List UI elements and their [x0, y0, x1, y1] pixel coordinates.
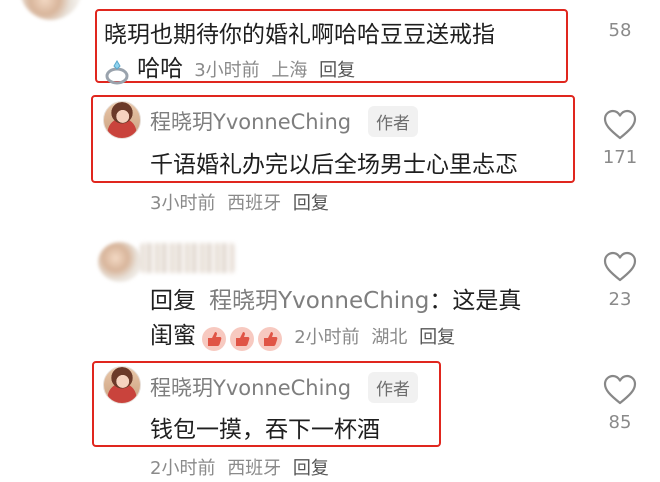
avatar[interactable]: [103, 366, 141, 404]
author-badge: 作者: [368, 372, 418, 403]
avatar[interactable]: [20, 0, 82, 20]
username[interactable]: [140, 243, 235, 273]
comment-text: 哈哈: [137, 56, 184, 82]
comment-time: 2小时前: [150, 458, 216, 479]
comment-meta: 2小时前 西班牙 回复: [150, 454, 335, 480]
comment-text: 钱包一摸，吞下一杯酒: [150, 417, 380, 443]
like-count: 23: [608, 289, 632, 310]
comment-text: 千语婚礼办完以后全场男士心里忐忑: [150, 152, 518, 178]
like-column: 23: [600, 251, 640, 310]
comment-line-2: 闺蜜 2小时前 湖北 回复: [150, 316, 461, 352]
ring-icon: [104, 58, 132, 86]
comment-text-tail: ：这是真: [429, 288, 522, 314]
comment-location: 上海: [271, 60, 308, 81]
reply-button[interactable]: 回复: [319, 60, 355, 81]
comment-line-2: 哈哈 3小时前 上海 回复: [104, 49, 361, 86]
comment-time: 2小时前: [294, 327, 360, 348]
like-count: 171: [602, 147, 638, 168]
comment-location: 西班牙: [227, 458, 282, 479]
reply-prefix: 回复: [150, 288, 196, 314]
comment-text: 回复 程晓玥YvonneChing：这是真: [150, 281, 521, 315]
reply-button[interactable]: 回复: [419, 327, 455, 348]
like-column: 85: [600, 374, 640, 433]
comment-location: 湖北: [371, 327, 408, 348]
like-column: 171: [600, 109, 640, 168]
heart-icon[interactable]: [603, 109, 637, 145]
reply-button[interactable]: 回复: [293, 193, 329, 214]
comment-meta: 3小时前 西班牙 回复: [150, 189, 335, 215]
avatar[interactable]: [98, 242, 142, 282]
thumbs-up-icon: [201, 326, 227, 352]
like-column: 58: [600, 0, 640, 41]
heart-icon[interactable]: [603, 374, 637, 410]
heart-icon[interactable]: [603, 251, 637, 287]
thumbs-up-icon: [229, 326, 255, 352]
emoji-group: [201, 326, 290, 351]
like-count: 85: [608, 412, 632, 433]
comment-text: 闺蜜: [150, 323, 196, 349]
comment-time: 3小时前: [150, 193, 216, 214]
reply-button[interactable]: 回复: [293, 458, 329, 479]
reply-to-user[interactable]: 程晓玥YvonneChing: [209, 288, 429, 314]
thumbs-up-icon: [257, 326, 283, 352]
username[interactable]: 程晓玥YvonneChing: [150, 372, 351, 402]
like-count: 58: [608, 20, 632, 41]
comment-time: 3小时前: [194, 60, 260, 81]
comment-location: 西班牙: [227, 193, 282, 214]
comment-text: 晓玥也期待你的婚礼啊哈哈豆豆送戒指: [104, 22, 495, 48]
